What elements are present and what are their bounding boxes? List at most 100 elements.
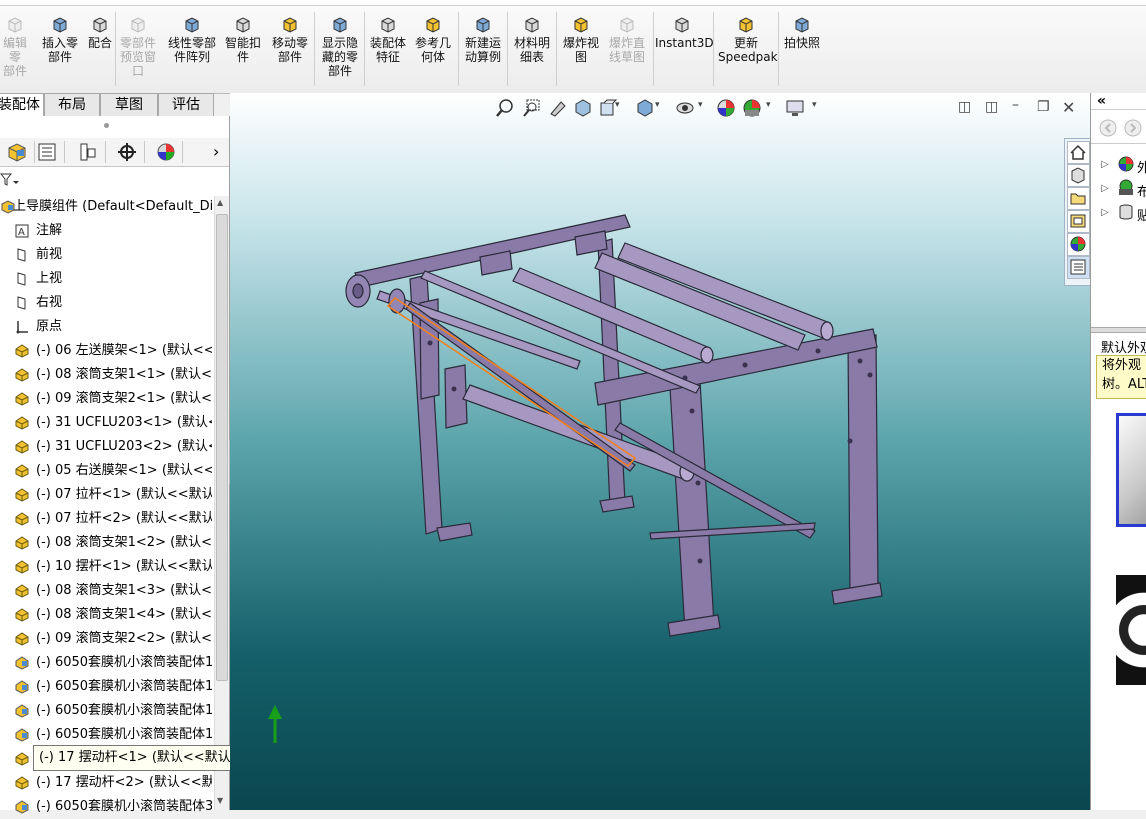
minimize-icon[interactable]: – [1012,97,1019,113]
instant3d-button[interactable]: Instant3D [655,16,714,50]
dimxpert-tab[interactable] [110,141,145,163]
filter-icon[interactable] [0,172,20,188]
tree-item[interactable]: (-) 6050套膜机小滚筒装配体3 [0,795,212,819]
show-hidden-button[interactable]: 显示隐 藏的零 部件 [318,16,362,78]
file-explorer-icon[interactable] [1067,187,1090,210]
tree-item[interactable]: (-) 6050套膜机小滚筒装配体1 [0,723,212,747]
expand-arrow-icon[interactable]: ▷ [1101,159,1109,170]
camera-button[interactable]: 拍快照 [780,16,824,50]
tree-item[interactable]: (-) 06 左送膜架<1> (默认<<默 [0,339,212,363]
back-icon[interactable] [1099,119,1117,137]
tree-item[interactable]: (-) 17 摆动杆<2> (默认<<默认 [0,771,212,795]
tab-sketch[interactable]: 草图 [100,93,158,118]
tree-item[interactable]: A 注解 [0,219,212,243]
edit-appearance-icon[interactable] [716,98,736,118]
custom-properties-icon[interactable] [1067,256,1090,279]
scroll-down-icon[interactable]: ▼ [217,796,223,805]
design-library-icon[interactable] [1067,164,1090,187]
tree-item[interactable]: (-) 08 滚筒支架1<3> (默认<< [0,579,212,603]
speedpak-button[interactable]: 更新 Speedpak [718,16,778,64]
tree-item[interactable]: (-) 10 摆杆<1> (默认<<默认 [0,555,212,579]
section-view-icon[interactable] [573,98,593,118]
dropdown-arrow-icon[interactable]: ▾ [698,100,703,110]
tree-item[interactable]: (-) 6050套膜机小滚筒装配体1 [0,699,212,723]
assembly-model[interactable] [230,93,1090,810]
tab-assembly[interactable]: 装配体 [0,93,44,118]
close-icon[interactable]: ✕ [1062,98,1075,117]
tree-item-label[interactable]: 布 [1137,181,1146,200]
exploded-view-button[interactable]: 爆炸视 图 [560,16,602,64]
tree-item[interactable]: (-) 09 滚筒支架2<1> (默认<< [0,387,212,411]
part-icon [15,632,29,646]
dropdown-arrow-icon[interactable]: ▾ [812,100,817,110]
tree-item[interactable]: (-) 08 滚筒支架1<4> (默认<< [0,603,212,627]
tree-item-label[interactable]: 外 [1137,157,1146,176]
tree-item[interactable]: (-) 6050套膜机小滚筒装配体1 [0,651,212,675]
tree-item[interactable]: 右视 [0,291,212,315]
tree-item-label: (-) 08 滚筒支架1<1> (默认<< [36,367,212,382]
tree-item[interactable]: (-) 31 UCFLU203<2> (默认<< [0,435,212,459]
tree-item-label[interactable]: 贴 [1137,205,1146,224]
expand-arrow-icon[interactable]: ▷ [1101,183,1109,194]
chevron-right-icon[interactable]: › [213,142,219,161]
tile-right-icon[interactable]: ◫ [985,99,998,115]
tree-item[interactable]: (-) 08 滚筒支架1<2> (默认<< [0,531,212,555]
tile-left-icon[interactable]: ◫ [958,99,971,115]
ribbon-button-label: 配合 [87,36,112,50]
insert-component-button[interactable]: 插入零 部件 [40,16,80,64]
pane-splitter[interactable] [1091,327,1146,333]
move-component-button[interactable]: 移动零 部件 [266,16,314,64]
apply-scene-icon[interactable] [742,98,762,118]
tree-item[interactable]: (-) 09 滚筒支架2<2> (默认<< [0,627,212,651]
reference-geometry-button[interactable]: 参考几 何体 [412,16,454,64]
tab-evaluate[interactable]: 评估 [158,93,214,118]
expand-arrow-icon[interactable]: ▷ [1101,207,1109,218]
assembly-feature-button[interactable]: 装配体 特征 [367,16,409,64]
smart-fastener-button[interactable]: 智能扣 件 [222,16,264,64]
zoom-to-fit-icon[interactable] [495,98,515,118]
tree-item[interactable]: 原点 [0,315,212,339]
graphics-viewport[interactable] [230,93,1090,810]
motion-study-button[interactable]: 新建运 动算例 [460,16,506,64]
appearance-swatch[interactable] [1116,575,1146,685]
tree-item[interactable]: (-) 05 右送膜架<1> (默认<<默 [0,459,212,483]
tree-item[interactable]: 上视 [0,267,212,291]
scroll-up-icon[interactable]: ▲ [217,198,223,207]
tree-item[interactable]: (-) 07 拉杆<1> (默认<<默认 [0,483,212,507]
component-preview-button[interactable]: 零部件 预览窗 口 [118,16,158,78]
zoom-to-area-icon[interactable] [522,98,542,118]
display-style-icon[interactable] [675,98,695,118]
property-manager-tab[interactable] [30,141,65,163]
dropdown-arrow-icon[interactable]: ▾ [655,100,660,110]
view-settings-icon[interactable] [785,98,805,118]
configuration-manager-tab[interactable] [71,141,106,163]
previous-view-icon[interactable] [548,98,568,118]
explode-line-sketch-icon [620,17,634,33]
explode-line-sketch-button[interactable]: 爆炸直 线草图 [606,16,648,64]
display-manager-tab[interactable] [148,141,183,163]
bom-button[interactable]: 材料明 细表 [510,16,554,64]
home-icon[interactable] [1067,141,1090,164]
forward-icon[interactable] [1124,119,1142,137]
panel-splitter-handle[interactable] [104,123,109,128]
appearance-swatch-selected[interactable] [1116,413,1146,527]
tree-item[interactable]: 前视 [0,243,212,267]
tree-item-label: (-) 6050套膜机小滚筒装配体1 [36,655,212,670]
view-palette-icon[interactable] [1067,210,1090,233]
dropdown-arrow-icon[interactable]: ▾ [615,100,620,110]
tree-item[interactable]: (-) 07 拉杆<2> (默认<<默认 [0,507,212,531]
dropdown-arrow-icon[interactable]: ▾ [766,100,771,110]
tree-scrollbar-thumb[interactable] [216,214,228,681]
mate-button[interactable]: 配合 [86,16,114,50]
tab-layout[interactable]: 布局 [44,93,100,118]
tree-root[interactable]: 上导膜组件 (Default<Default_Di: [0,195,214,219]
edit-part-button[interactable]: 编辑零 部件 [0,16,30,78]
tree-item[interactable]: (-) 6050套膜机小滚筒装配体1 [0,675,212,699]
tree-item[interactable]: (-) 31 UCFLU203<1> (默认<< [0,411,212,435]
appearances-icon[interactable] [1067,233,1090,256]
linear-pattern-button[interactable]: 线性零部 件阵列 [164,16,220,64]
restore-icon[interactable]: ❐ [1037,99,1050,115]
collapse-pane-icon[interactable]: « [1097,93,1106,109]
tree-item[interactable]: (-) 08 滚筒支架1<1> (默认<< [0,363,212,387]
view-orientation-icon[interactable] [635,98,655,118]
